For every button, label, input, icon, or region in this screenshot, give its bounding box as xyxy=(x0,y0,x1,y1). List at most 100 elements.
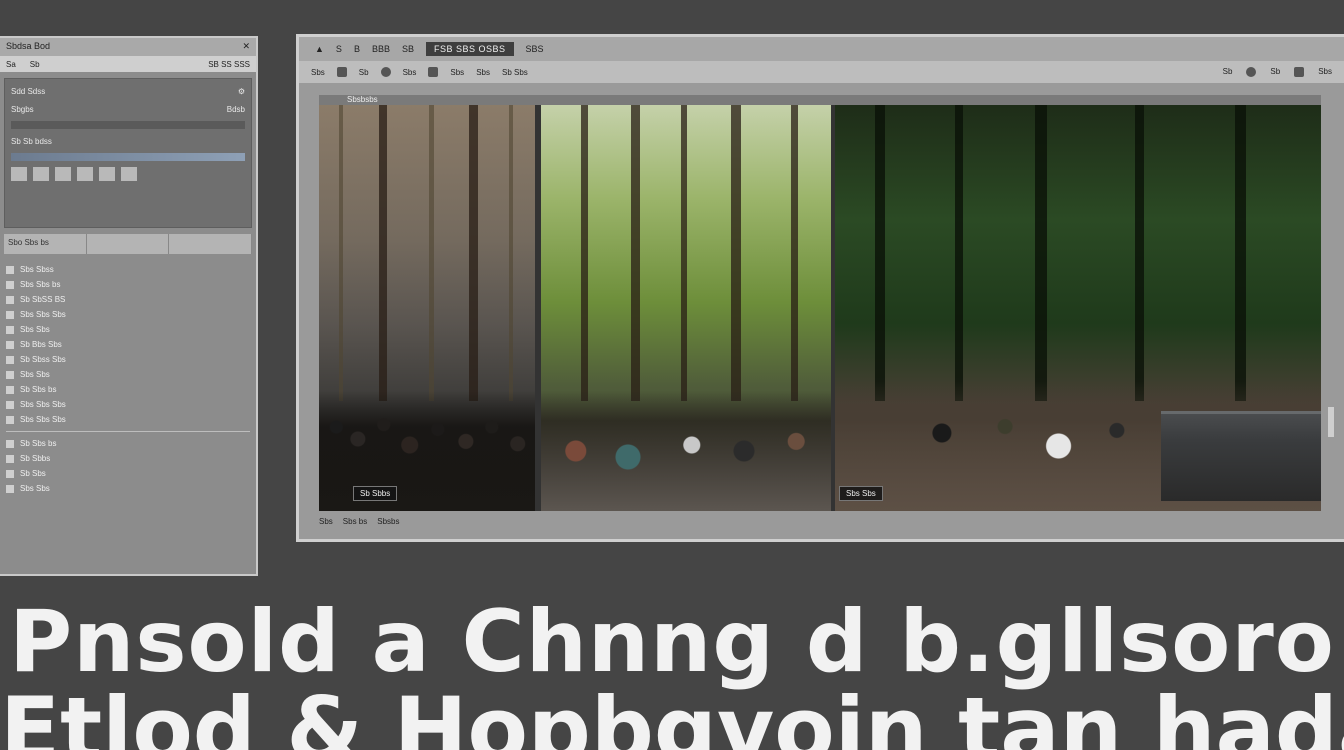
circle-tool-icon[interactable] xyxy=(380,67,391,77)
toolbar-item[interactable]: Sbs xyxy=(1318,67,1332,77)
brush-icon[interactable] xyxy=(336,67,347,77)
editor-toolbar: Sbs Sb Sbs Sbs Sbs Sb Sbs Sb Sb Sbs xyxy=(299,61,1344,83)
window-titlebar: ▲ S B BBB SB FSB SBS OSBS SBS xyxy=(299,37,1344,61)
tree-trunk xyxy=(1235,95,1246,401)
toolbar-item[interactable]: Sb xyxy=(359,68,369,77)
settings-icon[interactable]: ⚙ xyxy=(238,87,245,96)
layer-icon xyxy=(6,310,14,319)
crowd-shape xyxy=(319,391,535,511)
list-item[interactable]: Sbs Sbs Sbs xyxy=(6,307,250,322)
toolbar-item[interactable]: Sbs xyxy=(311,68,325,77)
thumbnail-strip xyxy=(11,167,245,181)
layer-icon xyxy=(6,439,14,448)
property-slider[interactable] xyxy=(11,121,245,129)
layer-icon xyxy=(6,415,14,424)
tree-trunk xyxy=(581,95,588,401)
list-item[interactable]: Sbs Sbs xyxy=(6,481,250,496)
window-title: FSB SBS OSBS xyxy=(425,42,514,56)
tree-trunk xyxy=(1135,95,1144,401)
tree-trunk xyxy=(379,95,387,401)
thumbnail[interactable] xyxy=(99,167,115,181)
thumbnail[interactable] xyxy=(33,167,49,181)
list-item[interactable]: Sbs Sbs xyxy=(6,367,250,382)
property-label: Sdd Sdss xyxy=(11,86,46,96)
thumbnail[interactable] xyxy=(55,167,71,181)
panel-toolbar-item[interactable]: Sa xyxy=(6,60,16,69)
toolbar-item[interactable]: Sb xyxy=(1270,67,1280,77)
settings-icon[interactable] xyxy=(1294,67,1305,77)
property-row: Sbgbs Bdsb xyxy=(11,103,245,115)
titlebar-item[interactable]: SBS xyxy=(526,44,544,54)
panel-title: Sbdsa Bod xyxy=(6,41,51,51)
list-item[interactable]: Sb Sbs xyxy=(6,466,250,481)
image-canvas[interactable]: Sb Sbbs Sbs Sbs Sbsbsbs xyxy=(319,95,1321,511)
gradient-bar[interactable] xyxy=(11,153,245,161)
scrollbar-thumb[interactable] xyxy=(1328,407,1334,437)
panel-toolbar-item[interactable]: Sb xyxy=(30,60,40,69)
photo-panel-dark-forest: Sbs Sbs xyxy=(835,95,1321,511)
pole-shape xyxy=(429,95,434,401)
panel-toolbar-item[interactable]: SB SS SSS xyxy=(208,60,250,69)
list-item[interactable]: Sbs Sbs Sbs xyxy=(6,412,250,427)
photo-panel-forest xyxy=(541,95,831,511)
panel-tab[interactable] xyxy=(87,234,170,254)
layer-icon xyxy=(6,454,14,463)
thumbnail[interactable] xyxy=(11,167,27,181)
property-label: Sbgbs xyxy=(11,104,34,114)
list-item[interactable]: Sb Bbs Sbs xyxy=(6,337,250,352)
toolbar-item[interactable]: Sbs xyxy=(450,68,464,77)
tree-trunk xyxy=(731,95,741,401)
tree-trunk xyxy=(681,95,687,401)
titlebar-item[interactable]: S xyxy=(336,44,342,54)
list-item[interactable]: Sb SbSS BS xyxy=(6,292,250,307)
toolbar-item[interactable]: Sb xyxy=(1223,67,1233,77)
layer-icon xyxy=(6,295,14,304)
crop-icon[interactable] xyxy=(428,67,439,77)
list-item[interactable]: Sbs Sbss xyxy=(6,262,250,277)
layer-icon xyxy=(6,340,14,349)
list-item[interactable]: Sb Sbss Sbs xyxy=(6,352,250,367)
toolbar-item[interactable]: Sbs xyxy=(403,68,417,77)
property-row: Sdd Sdss ⚙ xyxy=(11,85,245,97)
list-item[interactable]: Sbs Sbs xyxy=(6,322,250,337)
toolbar-item[interactable]: Sbs xyxy=(476,68,490,77)
panel-tab[interactable]: Sbo Sbs bs xyxy=(4,234,87,254)
list-item[interactable]: Sb Sbbs xyxy=(6,451,250,466)
zoom-icon[interactable] xyxy=(1246,67,1257,77)
pole-shape xyxy=(509,95,513,401)
layer-icon xyxy=(6,265,14,274)
tree-trunk xyxy=(791,95,798,401)
toolbar-item[interactable]: Sb Sbs xyxy=(502,68,528,77)
layer-icon xyxy=(6,355,14,364)
divider xyxy=(6,431,250,432)
headline-line-2: Etlod & Hopbgvoin tan hadasst xyxy=(0,678,1344,750)
status-item: Sbs xyxy=(319,516,333,526)
app-icon: ▲ xyxy=(315,44,324,54)
list-item[interactable]: Sb Sbs bs xyxy=(6,382,250,397)
layer-icon xyxy=(6,370,14,379)
status-item: Sbsbs xyxy=(377,516,400,526)
tree-trunk xyxy=(469,95,478,401)
titlebar-item[interactable]: BBB xyxy=(372,44,390,54)
thumbnail[interactable] xyxy=(121,167,137,181)
layer-icon xyxy=(6,385,14,394)
layer-icon xyxy=(6,400,14,409)
headline-line-1: Pnsold a Chnng d b.gllsoro xyxy=(9,592,1335,692)
list-item[interactable]: Sbs Sbs Sbs xyxy=(6,397,250,412)
photo-panel-city: Sb Sbbs xyxy=(319,95,535,511)
thumbnail[interactable] xyxy=(77,167,93,181)
tree-trunk xyxy=(955,95,963,401)
panel-tab[interactable] xyxy=(169,234,253,254)
titlebar-item[interactable]: SB xyxy=(402,44,414,54)
titlebar-item[interactable]: B xyxy=(354,44,360,54)
list-item[interactable]: Sb Sbs bs xyxy=(6,436,250,451)
property-label: Sb Sb bdss xyxy=(11,136,52,146)
layers-panel: Sbdsa Bod ✕ Sa Sb SB SS SSS Sdd Sdss ⚙ S… xyxy=(0,36,258,576)
crowd-shape xyxy=(541,391,831,511)
status-bar: Sbs Sbs bs Sbsbs xyxy=(319,515,1318,527)
toolbar-right-group: Sb Sb Sbs xyxy=(1223,67,1332,77)
stage-platform xyxy=(1161,411,1321,501)
list-item[interactable]: Sbs Sbs bs xyxy=(6,277,250,292)
editor-window: ▲ S B BBB SB FSB SBS OSBS SBS Sbs Sb Sbs… xyxy=(296,34,1344,542)
close-icon[interactable]: ✕ xyxy=(242,41,250,53)
